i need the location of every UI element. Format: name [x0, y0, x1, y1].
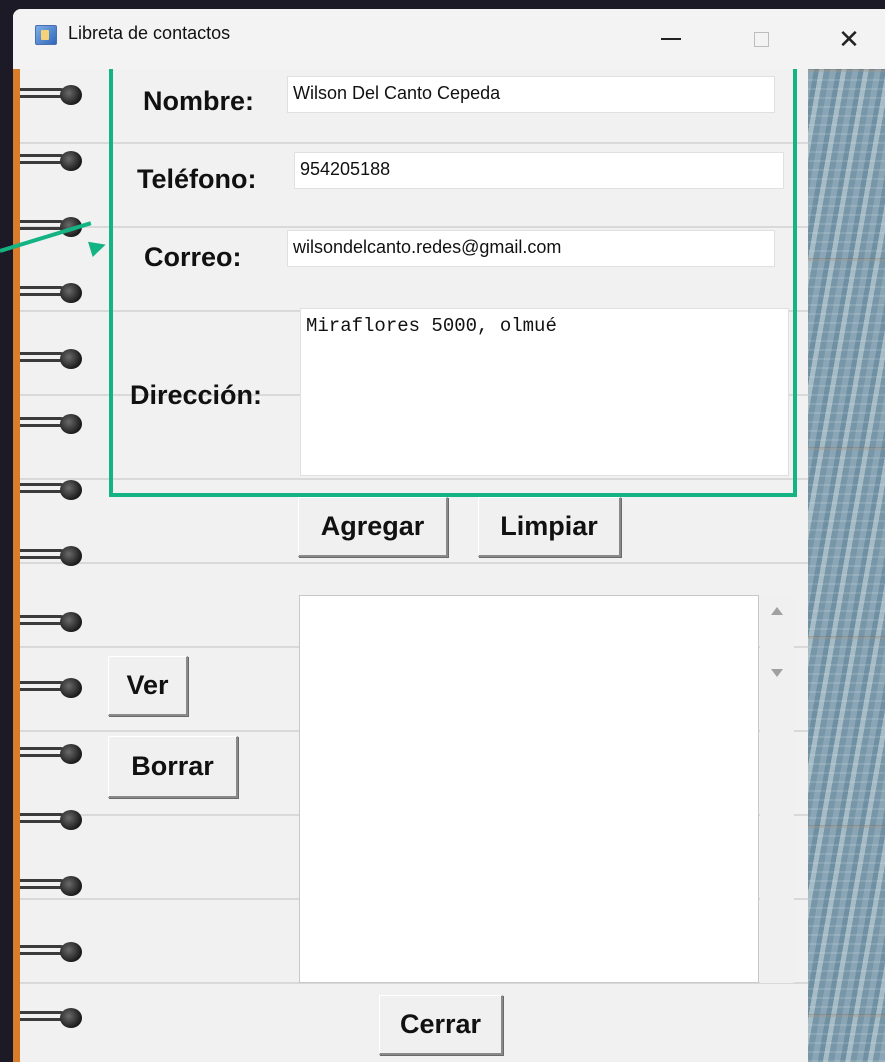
scroll-up-icon[interactable]	[771, 607, 783, 615]
spiral-hole	[60, 151, 82, 171]
correo-input[interactable]: wilsondelcanto.redes@gmail.com	[287, 230, 775, 267]
maximize-icon	[753, 31, 769, 47]
cerrar-button[interactable]: Cerrar	[379, 995, 503, 1055]
spiral-hole	[60, 942, 82, 962]
close-button[interactable]: ✕	[819, 9, 879, 69]
spiral-hole	[60, 480, 82, 500]
spiral-hole	[60, 744, 82, 764]
spiral-ring	[20, 475, 92, 503]
wood-grain	[808, 69, 885, 1062]
spiral-hole	[60, 876, 82, 896]
spiral-ring	[20, 278, 92, 306]
direccion-textarea[interactable]: Miraflores 5000, olmué	[300, 308, 789, 476]
spiral-hole	[60, 546, 82, 566]
spiral-ring	[20, 80, 92, 108]
telefono-label: Teléfono:	[137, 164, 257, 194]
spiral-hole	[60, 678, 82, 698]
minimize-icon	[661, 38, 681, 40]
contacts-listbox[interactable]	[299, 595, 759, 983]
spiral-hole	[60, 414, 82, 434]
telefono-input[interactable]: 954205188	[294, 152, 784, 189]
spiral-ring	[20, 409, 92, 437]
close-icon: ✕	[838, 23, 860, 54]
spiral-ring	[20, 673, 92, 701]
scroll-down-icon[interactable]	[771, 669, 783, 677]
ver-button[interactable]: Ver	[108, 656, 188, 716]
spiral-ring	[20, 541, 92, 569]
direccion-label: Dirección:	[130, 380, 263, 410]
app-window: Libreta de contactos ✕ Nombre: Wilson De…	[13, 9, 885, 1062]
nombre-input[interactable]: Wilson Del Canto Cepeda	[287, 76, 775, 113]
maximize-button[interactable]	[731, 9, 791, 69]
spiral-ring	[20, 146, 92, 174]
nombre-label: Nombre:	[143, 86, 255, 116]
spiral-ring	[20, 805, 92, 833]
spiral-hole	[60, 810, 82, 830]
spiral-ring	[20, 739, 92, 767]
spiral-ring	[20, 344, 92, 372]
limpiar-button[interactable]: Limpiar	[478, 497, 621, 557]
window-title: Libreta de contactos	[68, 23, 231, 43]
spiral-ring	[20, 1003, 92, 1031]
spiral-ring	[20, 937, 92, 965]
spiral-ring	[20, 607, 92, 635]
title-bar[interactable]: Libreta de contactos ✕	[13, 9, 885, 69]
correo-label: Correo:	[144, 242, 242, 272]
spiral-hole	[60, 85, 82, 105]
spiral-ring	[20, 871, 92, 899]
spiral-hole	[60, 612, 82, 632]
notebook-edge	[13, 69, 20, 1062]
spiral-hole	[60, 349, 82, 369]
listbox-scrollbar[interactable]	[760, 595, 794, 983]
notebook-area: Nombre: Wilson Del Canto Cepeda Teléfono…	[13, 69, 885, 1062]
spiral-hole	[60, 1008, 82, 1028]
minimize-button[interactable]	[641, 9, 701, 69]
borrar-button[interactable]: Borrar	[108, 736, 238, 798]
agregar-button[interactable]: Agregar	[298, 497, 448, 557]
spiral-hole	[60, 283, 82, 303]
contact-book-icon	[35, 25, 57, 45]
